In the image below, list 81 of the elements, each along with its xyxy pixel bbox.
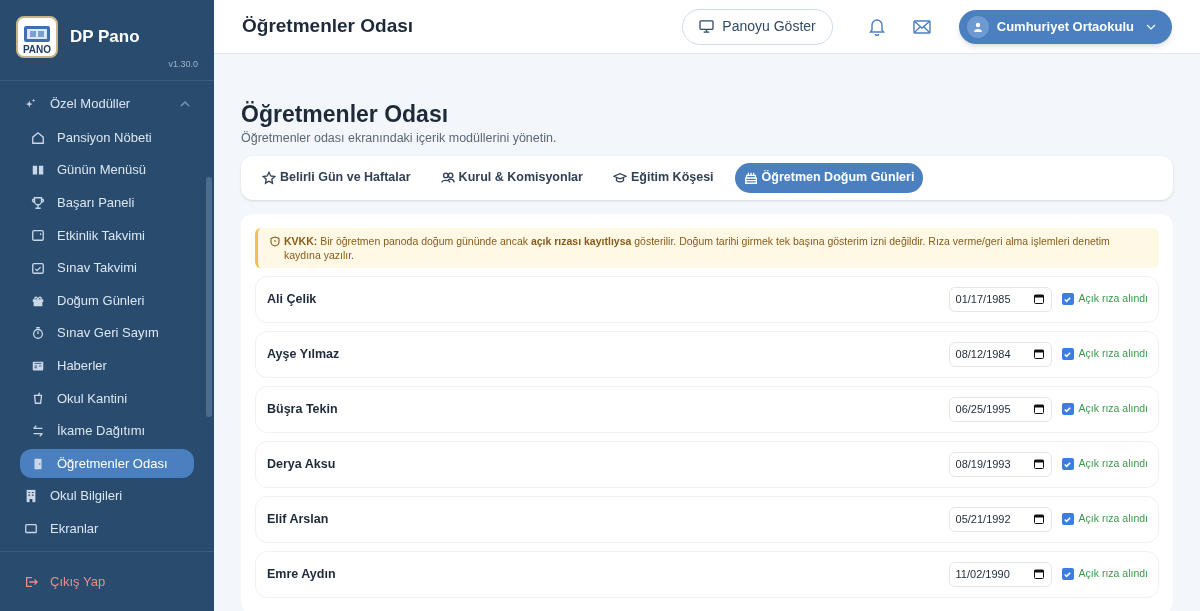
tab[interactable]: Eğitim Köşesi (603, 162, 723, 193)
cup-icon (31, 391, 45, 406)
sidebar-item[interactable]: Haberler (20, 351, 194, 381)
version-label: v1.30.0 (168, 58, 198, 71)
date-field[interactable]: 05/21/1992 (948, 506, 1052, 532)
sidebar-item[interactable]: Sınav Takvimi (20, 253, 194, 283)
sidebar-item[interactable]: Doğum Günleri (20, 286, 194, 316)
calendar-icon (1033, 514, 1044, 524)
avatar-icon (966, 15, 989, 38)
show-board-button[interactable]: Panoyu Göster (682, 8, 833, 45)
teacher-name: Ali Çelik (267, 290, 318, 308)
mail-icon[interactable] (912, 19, 931, 34)
calendar-icon (1033, 294, 1044, 304)
monitor-icon (699, 20, 715, 33)
sidebar-item[interactable]: Okul Bilgileri (0, 481, 214, 511)
date-field[interactable]: 01/17/1985 (948, 286, 1052, 312)
page-subtitle: Öğretmenler odası ekranındaki içerik modüllerini yönetin. (241, 129, 558, 147)
calendar-check-icon (31, 260, 45, 275)
house-icon (31, 130, 45, 145)
consent-label: Açık rıza alındı (1078, 346, 1148, 362)
consent-label: Açık rıza alındı (1078, 511, 1148, 527)
tab[interactable]: Öğretmen Doğum Günleri (734, 162, 924, 193)
sidebar-item[interactable]: Pansiyon Nöbeti (20, 123, 194, 153)
calendar-icon (1033, 459, 1044, 469)
calendar-icon (1033, 404, 1044, 414)
date-field[interactable]: 11/02/1990 (948, 561, 1052, 587)
swap-arrows-icon (31, 423, 45, 438)
building-icon (24, 489, 38, 504)
date-field[interactable]: 08/19/1993 (948, 451, 1052, 477)
consent-checkbox[interactable] (1061, 293, 1074, 305)
calendar-icon (31, 228, 45, 243)
calendar-icon (1033, 349, 1044, 359)
calendar-icon (1033, 569, 1044, 579)
consent-checkbox[interactable] (1061, 458, 1074, 470)
chevron-down-icon (1146, 23, 1156, 30)
sidebar-item[interactable]: Etkinlik Takvimi (20, 220, 194, 250)
tab[interactable]: Kurul & Komisyonlar (431, 162, 592, 193)
teacher-name: Ayşe Yılmaz (267, 345, 341, 363)
cake-icon (743, 170, 758, 185)
logout-link[interactable]: Çıkış Yap (24, 571, 106, 592)
monitor-icon (24, 521, 38, 536)
sidebar-item[interactable]: Başarı Paneli (20, 188, 194, 218)
sidebar-item[interactable]: Günün Menüsü (20, 155, 194, 185)
app-name: DP Pano (70, 26, 140, 49)
logo-text: PANO (22, 45, 52, 55)
consent-label: Açık rıza alındı (1078, 456, 1148, 472)
monitor-book-icon (22, 25, 52, 45)
sidebar-item[interactable]: Sınav Geri Sayım (20, 318, 194, 348)
consent-checkbox[interactable] (1061, 568, 1074, 580)
logout-icon (24, 574, 38, 589)
consent-checkbox[interactable] (1061, 348, 1074, 360)
consent-label: Açık rıza alındı (1078, 401, 1148, 417)
date-field[interactable]: 06/25/1995 (948, 396, 1052, 422)
stopwatch-icon (31, 326, 45, 341)
header-title: Öğretmenler Odası (242, 14, 415, 39)
menu-group-header[interactable]: Özel Modüller (0, 88, 214, 119)
consent-checkbox[interactable] (1061, 513, 1074, 525)
people-icon (440, 170, 455, 185)
consent-label: Açık rıza alındı (1078, 291, 1148, 307)
bell-icon[interactable] (868, 17, 885, 36)
shield-icon (270, 235, 280, 247)
teacher-name: Elif Arslan (267, 510, 330, 528)
scrollbar-thumb[interactable] (206, 176, 212, 417)
chevron-up-icon (180, 100, 190, 107)
account-button[interactable]: Cumhuriyet Ortaokulu (958, 9, 1172, 44)
page-title: Öğretmenler Odası (241, 100, 450, 129)
teacher-name: Büşra Tekin (267, 400, 339, 418)
consent-checkbox[interactable] (1061, 403, 1074, 415)
star-icon (262, 170, 276, 185)
notice-text: KVKK: Bir öğretmen panoda doğum gününde ancak açık rızası kayıtlıysa gösterilir. Doğum tarihi girmek tek başına gösterim izni değildir. Rıza verme/geri alma işlemleri denetim kaydına yazılır. (284, 233, 1111, 262)
sidebar-item[interactable]: İkame Dağıtımı (20, 416, 194, 446)
sidebar-item[interactable]: Okul Kantini (20, 383, 194, 413)
tab[interactable]: Belirli Gün ve Haftalar (253, 162, 420, 193)
graduation-cap-icon (612, 170, 627, 185)
sidebar-item[interactable]: Ekranlar (0, 514, 214, 544)
date-field[interactable]: 08/12/1984 (948, 341, 1052, 367)
sidebar-item[interactable]: Öğretmenler Odası (20, 449, 194, 479)
consent-label: Açık rıza alındı (1078, 566, 1148, 582)
teacher-name: Emre Aydın (267, 565, 337, 583)
trophy-icon (31, 195, 45, 210)
teacher-name: Derya Aksu (267, 455, 337, 473)
